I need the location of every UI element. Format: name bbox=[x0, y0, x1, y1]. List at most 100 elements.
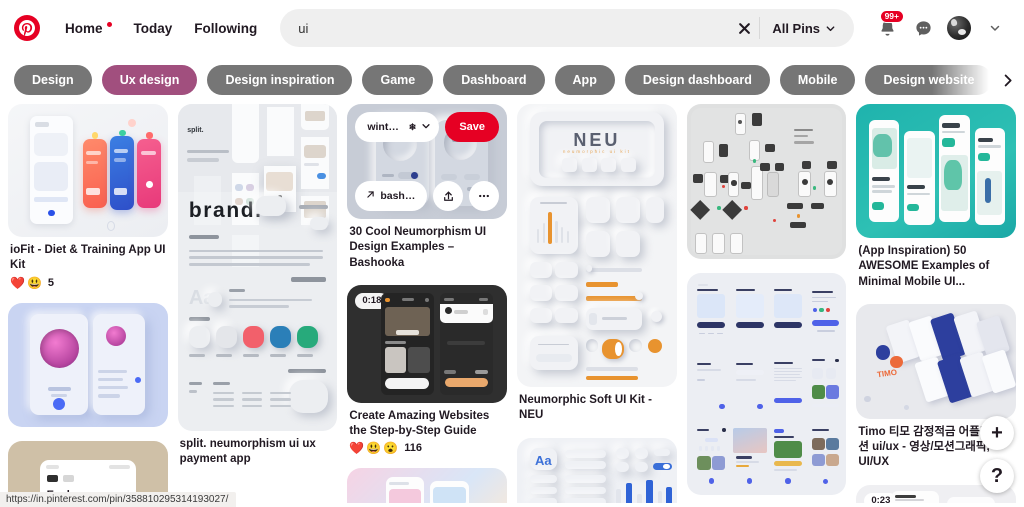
source-link[interactable]: bashooka.c... bbox=[355, 181, 428, 211]
split-wordmark: split. bbox=[187, 126, 204, 134]
search-input[interactable] bbox=[298, 20, 730, 36]
pin-card-neu[interactable]: NEU neumorphic ui kit Neumorphic Soft UI… bbox=[517, 104, 677, 424]
pin-card-bashooka[interactable]: winter style ❄ Save bashooka.c... bbox=[347, 104, 508, 271]
pin-hover-top-bar: winter style ❄ Save bbox=[355, 112, 500, 142]
pin-image bbox=[686, 104, 847, 259]
nav-following-label: Following bbox=[194, 20, 258, 36]
pin-image: winter style ❄ Save bashooka.c... bbox=[347, 104, 508, 219]
snowflake-icon: ❄ bbox=[408, 121, 417, 132]
chip-ux-design[interactable]: Ux design bbox=[101, 64, 198, 96]
pin-image bbox=[686, 273, 847, 495]
save-button[interactable]: Save bbox=[445, 112, 500, 142]
more-icon[interactable] bbox=[469, 181, 500, 211]
reaction-emoji: ❤️ bbox=[349, 441, 365, 456]
pin-image: NEU neumorphic ui kit bbox=[517, 104, 677, 387]
chip-design-dashboard[interactable]: Design dashboard bbox=[624, 64, 770, 96]
chevron-down-icon bbox=[826, 25, 835, 31]
share-icon[interactable] bbox=[433, 181, 464, 211]
pin-title: ioFit - Diet & Training App UI Kit bbox=[10, 244, 166, 272]
pin-image bbox=[347, 468, 508, 503]
nav-home[interactable]: Home bbox=[54, 14, 123, 43]
top-header: Home Today Following All Pins 99+ bbox=[0, 0, 1024, 56]
chevron-down-icon[interactable] bbox=[421, 121, 431, 134]
neu-logo-sub: neumorphic ui kit bbox=[562, 149, 631, 155]
pin-card-uikit-blue[interactable]: Aa bbox=[517, 437, 677, 503]
account-menu-button[interactable] bbox=[978, 11, 1012, 45]
pin-image bbox=[8, 104, 168, 237]
pin-image: Aa bbox=[517, 437, 677, 503]
category-chip-bar: Design Ux design Design inspiration Game Das… bbox=[0, 56, 1024, 104]
brand-heading: brand. bbox=[188, 198, 263, 222]
pin-image: 0:18 bbox=[347, 284, 508, 403]
help-button[interactable]: ? bbox=[980, 459, 1014, 493]
chip-app[interactable]: App bbox=[554, 64, 615, 96]
chevron-down-icon bbox=[990, 25, 1000, 31]
pin-card-music-player[interactable] bbox=[8, 302, 168, 427]
grid-column-2: split. brand. Aa split. neumorphism ui u… bbox=[177, 104, 338, 468]
pin-card-iofit[interactable]: ioFit - Diet & Training App UI Kit ❤️ 😃 … bbox=[8, 104, 168, 289]
pin-card-split[interactable]: split. brand. Aa split. neumorphism ui u… bbox=[177, 104, 338, 468]
floating-action-buttons: + ? bbox=[980, 416, 1014, 493]
profile-button[interactable] bbox=[942, 11, 976, 45]
pin-title: Neumorphic Soft UI Kit - NEU bbox=[519, 394, 652, 422]
pin-image: split. brand. Aa bbox=[177, 104, 338, 431]
chip-next-icon[interactable] bbox=[994, 67, 1020, 93]
chip-dashboard[interactable]: Dashboard bbox=[443, 64, 545, 96]
pin-masonry-grid: ioFit - Diet & Training App UI Kit ❤️ 😃 … bbox=[0, 104, 1024, 503]
timo-logo-text: TIMO bbox=[876, 368, 898, 380]
neu-logo-text: NEU bbox=[573, 129, 621, 150]
pin-title: 30 Cool Neumorphism UI Design Examples –… bbox=[349, 226, 487, 269]
pinterest-logo-icon[interactable] bbox=[14, 15, 40, 41]
pin-title: split. neumorphism ui ux payment app bbox=[179, 438, 316, 466]
pin-card-beach[interactable] bbox=[347, 468, 508, 503]
search-bar[interactable]: All Pins bbox=[280, 9, 854, 47]
pin-card-screens[interactable] bbox=[686, 273, 847, 495]
avatar bbox=[947, 16, 971, 40]
home-notification-dot bbox=[106, 22, 112, 27]
chip-game[interactable]: Game bbox=[362, 64, 434, 96]
pin-image: TIMO bbox=[856, 303, 1017, 419]
pin-image bbox=[856, 104, 1017, 238]
status-bar-url: https://in.pinterest.com/pin/35881029531… bbox=[0, 492, 237, 507]
source-domain: bashooka.c... bbox=[380, 190, 417, 202]
grid-column-1: ioFit - Diet & Training App UI Kit ❤️ 😃 … bbox=[8, 104, 168, 503]
reaction-emoji: 😃 bbox=[366, 441, 382, 456]
nav-today[interactable]: Today bbox=[123, 14, 184, 43]
pin-title: Create Amazing Websites the Step-by-Step… bbox=[349, 409, 490, 438]
notification-badge: 99+ bbox=[879, 10, 904, 24]
grid-column-4: NEU neumorphic ui kit Neumorphic Soft UI… bbox=[517, 104, 677, 503]
pin-card-app-inspiration[interactable]: (App Inspiration) 50 AWESOME Examples of… bbox=[856, 104, 1017, 290]
aa-sample-text: Aa bbox=[535, 453, 552, 469]
reaction-emoji: 😃 bbox=[26, 275, 42, 290]
reaction-emoji: 😮 bbox=[383, 441, 399, 456]
chip-mobile[interactable]: Mobile bbox=[779, 64, 856, 96]
header-icon-group: 99+ bbox=[870, 10, 1012, 45]
chip-design[interactable]: Design bbox=[14, 64, 92, 96]
create-pin-button[interactable]: + bbox=[980, 416, 1014, 450]
all-pins-filter[interactable]: All Pins bbox=[760, 9, 848, 47]
grid-column-5 bbox=[686, 104, 847, 495]
reaction-count: 116 bbox=[404, 442, 422, 455]
reaction-count: 5 bbox=[47, 276, 55, 289]
pin-card-userflow[interactable] bbox=[686, 104, 847, 259]
all-pins-label: All Pins bbox=[772, 20, 820, 36]
nav-following[interactable]: Following bbox=[183, 14, 268, 43]
reaction-emoji: ❤️ bbox=[10, 275, 25, 290]
board-selector[interactable]: winter style ❄ bbox=[355, 112, 440, 142]
nav-home-label: Home bbox=[65, 20, 103, 36]
pin-reactions: ❤️ 😃 5 bbox=[8, 277, 168, 289]
external-link-icon bbox=[366, 190, 375, 202]
pin-card-websites[interactable]: 0:18 Create Amazing Websites the Step-by… bbox=[347, 284, 508, 456]
board-name: winter style bbox=[367, 121, 403, 133]
nav-today-label: Today bbox=[133, 20, 173, 36]
notifications-button[interactable]: 99+ bbox=[870, 10, 904, 45]
messages-button[interactable] bbox=[906, 11, 940, 45]
chip-design-inspiration[interactable]: Design inspiration bbox=[207, 64, 353, 96]
pin-title: (App Inspiration) 50 AWESOME Examples of… bbox=[858, 245, 990, 288]
pin-hover-bottom-bar: bashooka.c... bbox=[355, 181, 500, 211]
pin-image bbox=[8, 302, 168, 427]
grid-column-3: winter style ❄ Save bashooka.c... bbox=[347, 104, 508, 503]
chip-design-website[interactable]: Design website bbox=[865, 64, 993, 96]
category-chip-list[interactable]: Design Ux design Design inspiration Game Das… bbox=[0, 56, 1024, 104]
search-clear-icon[interactable] bbox=[729, 13, 759, 43]
